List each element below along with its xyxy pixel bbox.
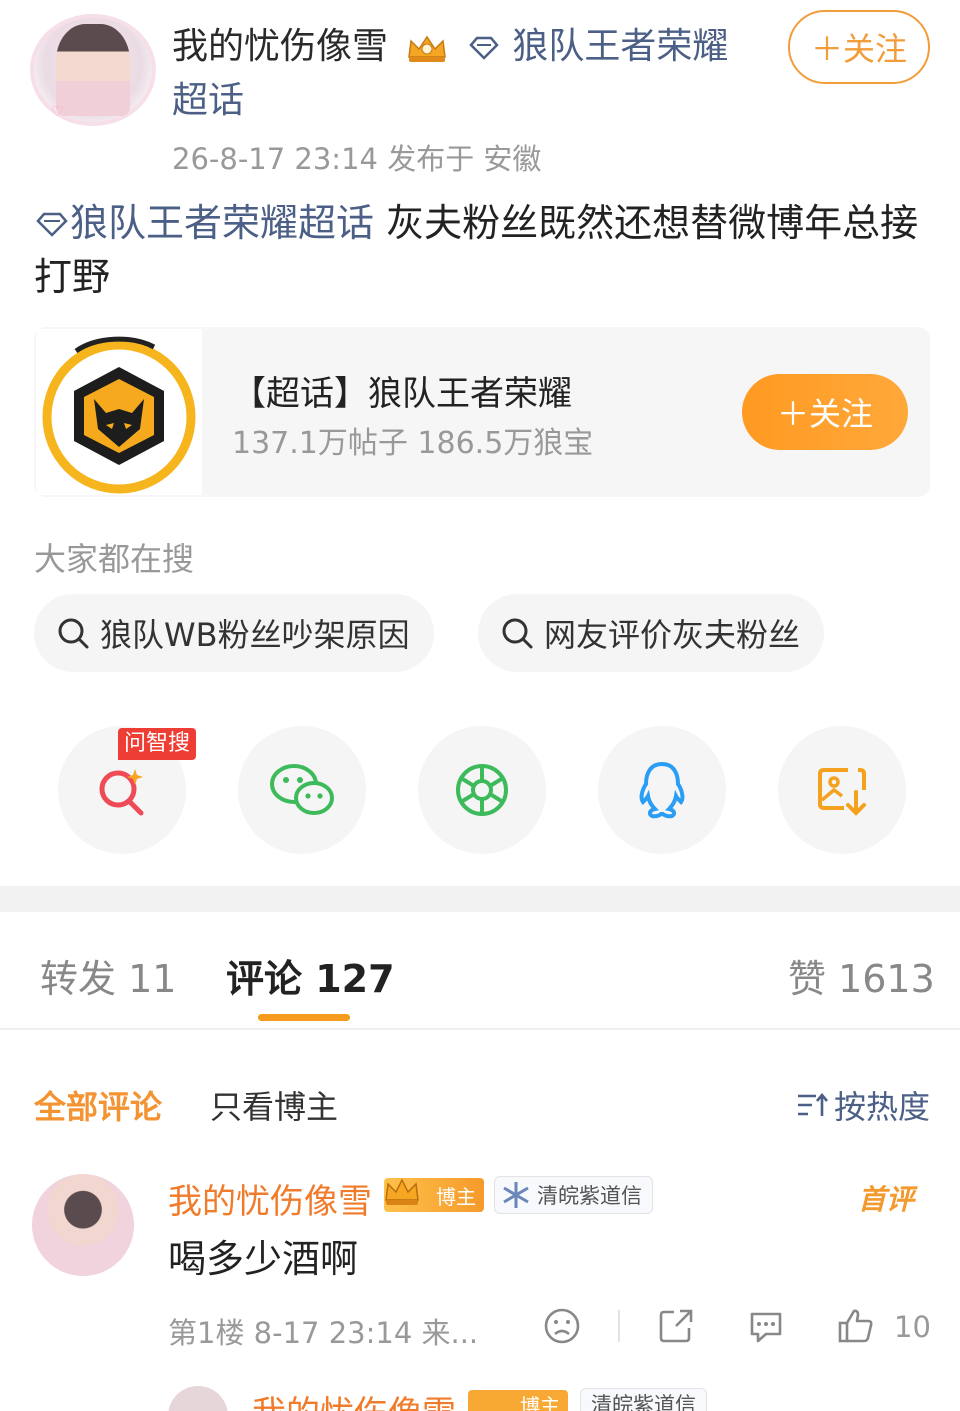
- owner-badge: 博主: [468, 1390, 568, 1411]
- search-chip-label: 网友评价灰夫粉丝: [544, 616, 801, 654]
- tab-reposts[interactable]: 转发 11: [40, 948, 176, 1003]
- owner-badge: 博主: [384, 1178, 484, 1212]
- search-chip[interactable]: 狼队WB粉丝吵架原因: [34, 594, 434, 672]
- fan-badge-label: 清皖紫道信: [537, 1184, 642, 1208]
- section-divider: [0, 886, 960, 912]
- dislike-face-icon[interactable]: [542, 1306, 582, 1346]
- tab-likes[interactable]: 赞 1613: [788, 948, 935, 1003]
- commenter-name[interactable]: 我的忧伤像雪: [168, 1174, 372, 1223]
- comment-text: 喝多少酒啊: [168, 1237, 359, 1281]
- author-line: 我的忧伤像雪 狼队王者荣耀超话: [172, 20, 752, 128]
- zhisou-icon: [99, 769, 144, 816]
- save-image-icon: [818, 768, 866, 816]
- commenter-avatar[interactable]: [32, 1174, 134, 1276]
- share-qq-button[interactable]: [598, 726, 726, 854]
- filter-owner-only[interactable]: 只看博主: [210, 1082, 338, 1128]
- share-icon[interactable]: [656, 1306, 696, 1346]
- post-topic-tag[interactable]: 狼队王者荣耀超话: [70, 201, 374, 245]
- search-icon: [58, 618, 89, 649]
- crown-icon: [408, 35, 447, 62]
- moments-icon: [456, 764, 508, 816]
- sort-label: 按热度: [834, 1088, 931, 1126]
- author-name[interactable]: 我的忧伤像雪: [172, 26, 388, 67]
- follow-author-button[interactable]: ＋关注: [788, 10, 930, 84]
- share-wechat-button[interactable]: [238, 726, 366, 854]
- fan-badge: 清皖紫道信: [580, 1388, 707, 1411]
- super-topic-title: 【超话】狼队王者荣耀: [232, 374, 572, 414]
- super-topic-stats: 137.1万帖子 186.5万狼宝: [232, 426, 594, 461]
- active-tab-indicator: [258, 1014, 350, 1021]
- reply-comment-icon[interactable]: [746, 1306, 786, 1346]
- sort-icon: [798, 1092, 828, 1116]
- commenter-avatar: [168, 1386, 228, 1411]
- comment-meta: 第1楼 8-17 23:14 来...: [168, 1316, 479, 1350]
- commenter-name: 我的忧伤像雪: [252, 1386, 456, 1411]
- avatar-photo: [56, 24, 130, 116]
- next-comment-peek: 我的忧伤像雪 博主 清皖紫道信: [168, 1386, 768, 1411]
- author-avatar[interactable]: ♡ ♡: [30, 14, 156, 126]
- crown-icon: [385, 1178, 419, 1205]
- sort-by-hot-button[interactable]: 按热度: [796, 1082, 930, 1128]
- fan-badge: 清皖紫道信: [494, 1176, 653, 1214]
- save-image-button[interactable]: [778, 726, 906, 854]
- like-thumb-icon[interactable]: [836, 1306, 876, 1346]
- tab-comments[interactable]: 评论 127: [226, 948, 395, 1003]
- wechat-icon: [270, 764, 334, 815]
- share-moments-button[interactable]: [418, 726, 546, 854]
- like-count: 10: [894, 1310, 931, 1344]
- wolves-logo: [36, 329, 202, 495]
- snowflake-icon: [503, 1182, 529, 1208]
- filter-all-comments[interactable]: 全部评论: [34, 1082, 162, 1128]
- post-text: 狼队王者荣耀超话 灰夫粉丝既然还想替微博年总接打野: [34, 196, 934, 304]
- search-chip[interactable]: 网友评价灰夫粉丝: [478, 594, 825, 672]
- search-chip-label: 狼队WB粉丝吵架原因: [100, 616, 410, 654]
- owner-badge-label: 博主: [436, 1184, 476, 1209]
- first-comment-label: 首评: [858, 1183, 915, 1216]
- qq-icon: [639, 761, 685, 819]
- trending-search-heading: 大家都在搜: [34, 540, 195, 578]
- search-icon: [502, 618, 533, 649]
- action-separator: [618, 1310, 620, 1342]
- super-topic-diamond-icon: [469, 36, 499, 60]
- super-topic-diamond-icon: [36, 212, 68, 237]
- avatar-hearts-decoration: ♡ ♡: [34, 104, 64, 120]
- zhisou-badge: 问智搜: [118, 728, 197, 760]
- tabs-divider: [0, 1028, 960, 1030]
- post-meta: 26-8-17 23:14 发布于 安徽: [172, 142, 542, 176]
- follow-super-topic-button[interactable]: ＋关注: [742, 374, 908, 450]
